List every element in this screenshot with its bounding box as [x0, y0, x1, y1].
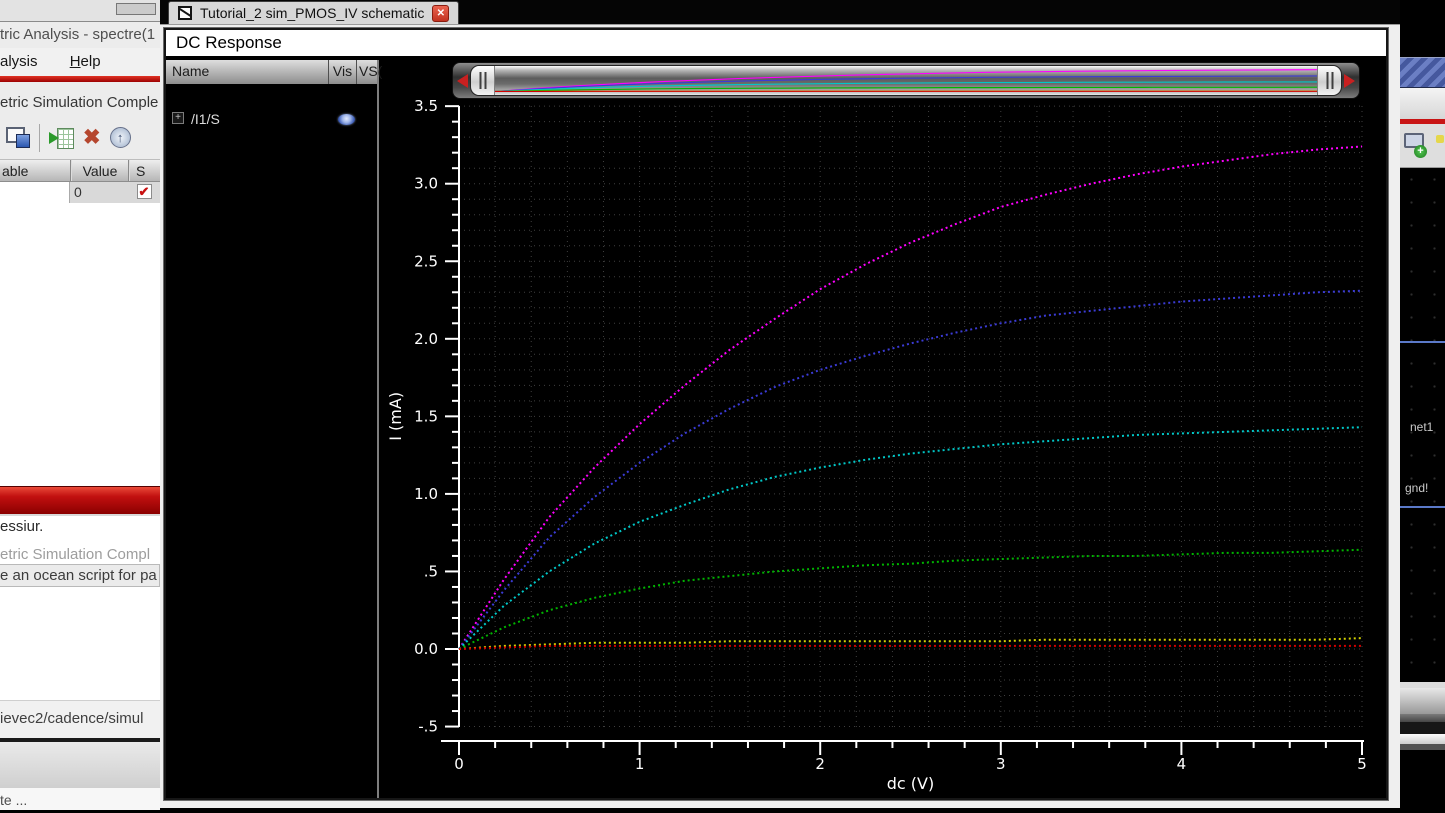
- svg-text:4: 4: [1177, 755, 1187, 773]
- variables-table-row[interactable]: 0 ✔: [0, 182, 160, 203]
- bg-window-title: tric Analysis - spectre(1: [0, 22, 160, 48]
- dc-response-plot: -.5 0.0 .5 1.0 1.5 2.0 2.5 3.0 3.5 0 1 2 3 4 5 dc (V) I …: [379, 60, 1396, 799]
- dc-response-window: DC Response Name Vis VS( + /I1/S -.5 0.0.…: [160, 24, 1400, 808]
- grip-icon: [1326, 72, 1333, 89]
- trace-name[interactable]: /I1/S: [191, 111, 220, 127]
- svg-text:0: 0: [454, 755, 464, 773]
- column-s[interactable]: S: [128, 160, 160, 181]
- svg-text:I (mA): I (mA): [386, 392, 405, 441]
- thumb-left-handle[interactable]: [471, 66, 495, 95]
- svg-text:1.5: 1.5: [414, 407, 438, 425]
- tab-label: Tutorial_2 sim_PMOS_IV schematic: [200, 5, 424, 21]
- variables-table-header: able Value S: [0, 160, 160, 182]
- trace-2[interactable]: [459, 291, 1362, 649]
- trace-3[interactable]: [459, 427, 1362, 649]
- statusbar-band: [1400, 744, 1445, 750]
- scroll-left-arrow-icon[interactable]: [457, 74, 468, 88]
- toolbar-separator: [39, 124, 40, 152]
- svg-text:1.0: 1.0: [414, 485, 438, 503]
- schematic-window-icon: [178, 6, 192, 20]
- net-label-gnd: gnd!: [1405, 481, 1428, 495]
- delete-icon[interactable]: ✖: [83, 127, 101, 148]
- column-name[interactable]: Name: [166, 60, 328, 84]
- net-label-net1: net1: [1410, 420, 1433, 434]
- simulation-status-text: etric Simulation Comple: [0, 82, 160, 116]
- bg-panel: [0, 742, 160, 788]
- import-table-icon[interactable]: [49, 128, 74, 148]
- schematic-icon-toolbar: +: [1400, 124, 1445, 168]
- bg-window-control[interactable]: [116, 3, 156, 15]
- progress-bar: [0, 486, 160, 516]
- wire-segment[interactable]: [1400, 341, 1445, 343]
- clipped-session-text: essiur.: [0, 518, 160, 538]
- trace-4[interactable]: [459, 550, 1362, 649]
- bg-toolbar: ✖ ↑: [0, 116, 160, 160]
- tab-tutorial2-schematic[interactable]: Tutorial_2 sim_PMOS_IV schematic ✕: [168, 1, 459, 24]
- svg-text:0.0: 0.0: [414, 640, 438, 658]
- scroll-right-arrow-icon[interactable]: [1344, 74, 1355, 88]
- schematic-toolbar-fragment: [1400, 88, 1445, 119]
- statusbar-band: [1400, 688, 1445, 714]
- svg-text:-.5: -.5: [418, 718, 438, 736]
- bg-menubar: alysis Help: [0, 48, 160, 76]
- ocean-script-tooltip: e an ocean script for pa: [0, 564, 160, 587]
- trace-5[interactable]: [459, 638, 1362, 649]
- svg-text:5: 5: [1357, 755, 1367, 773]
- column-vis[interactable]: Vis: [328, 60, 356, 84]
- schematic-canvas[interactable]: net1 gnd!: [1400, 168, 1445, 682]
- svg-text:3: 3: [996, 755, 1006, 773]
- trace-list-header: Name Vis VS(: [166, 60, 377, 84]
- grip-icon: [479, 72, 486, 89]
- visibility-eye-icon[interactable]: [338, 114, 355, 125]
- results-path-text: ievec2/cadence/simul: [0, 700, 160, 738]
- save-results-icon[interactable]: [6, 127, 30, 148]
- curve-preview-strip: [495, 66, 1317, 95]
- svg-text:3.5: 3.5: [414, 97, 438, 115]
- background-window-parametric-analysis: tric Analysis - spectre(1 alysis Help et…: [0, 0, 160, 813]
- thumb-right-handle[interactable]: [1317, 66, 1341, 95]
- wire-segment[interactable]: [1400, 506, 1445, 508]
- up-arrow-icon[interactable]: ↑: [110, 127, 131, 148]
- variable-name-cell[interactable]: [0, 182, 70, 203]
- expand-icon[interactable]: +: [172, 112, 184, 124]
- svg-text:3.0: 3.0: [414, 175, 438, 193]
- column-value[interactable]: Value: [70, 160, 128, 181]
- plot-zone: -.5 0.0 .5 1.0 1.5 2.0 2.5 3.0 3.5 0 1 2 3 4 5 dc (V) I …: [379, 60, 1386, 798]
- variable-value-cell[interactable]: 0: [70, 182, 128, 203]
- svg-text:dc (V): dc (V): [887, 774, 934, 793]
- svg-text:2: 2: [815, 755, 825, 773]
- scrollbar-thumb[interactable]: [470, 65, 1342, 96]
- svg-text:1: 1: [635, 755, 645, 773]
- trace-list-panel: Name Vis VS( + /I1/S: [166, 60, 379, 798]
- sim-complete-grayed-text: etric Simulation Compl: [0, 546, 160, 564]
- checked-checkbox[interactable]: ✔: [137, 184, 152, 199]
- window-title: DC Response: [166, 30, 1386, 58]
- svg-text:2.5: 2.5: [414, 252, 438, 270]
- horizontal-pan-scrollbar[interactable]: [452, 62, 1360, 99]
- dc-response-window-frame: DC Response Name Vis VS( + /I1/S -.5 0.0.…: [164, 28, 1388, 800]
- schematic-titlebar-fragment: [1400, 57, 1445, 88]
- column-variable[interactable]: able: [0, 160, 70, 181]
- svg-text:.5: .5: [424, 562, 438, 580]
- trace-1[interactable]: [459, 146, 1362, 649]
- menu-item-analysis[interactable]: alysis: [0, 48, 38, 76]
- tab-close-button[interactable]: ✕: [432, 5, 449, 22]
- status-bar-text: te ...: [0, 788, 160, 810]
- background-window-schematic: + net1 gnd!: [1400, 0, 1445, 813]
- statusbar-band: [1400, 722, 1445, 734]
- bg-window-top-edge: [0, 0, 160, 22]
- trace-row-i1s[interactable]: + /I1/S: [166, 108, 377, 130]
- window-content: Name Vis VS( + /I1/S -.5 0.0 .5 1.0 1.5 2.0 2.…: [166, 60, 1386, 798]
- partial-icon: [1436, 135, 1444, 143]
- menu-item-help[interactable]: Help: [70, 48, 101, 76]
- statusbar-band: [1400, 714, 1445, 722]
- variable-sweep-cell[interactable]: ✔: [128, 182, 160, 203]
- svg-text:2.0: 2.0: [414, 330, 438, 348]
- tab-bar: Tutorial_2 sim_PMOS_IV schematic ✕: [160, 0, 1445, 24]
- column-vsg[interactable]: VS(: [356, 60, 377, 84]
- add-plus-icon[interactable]: +: [1414, 145, 1427, 158]
- statusbar-band: [1400, 734, 1445, 744]
